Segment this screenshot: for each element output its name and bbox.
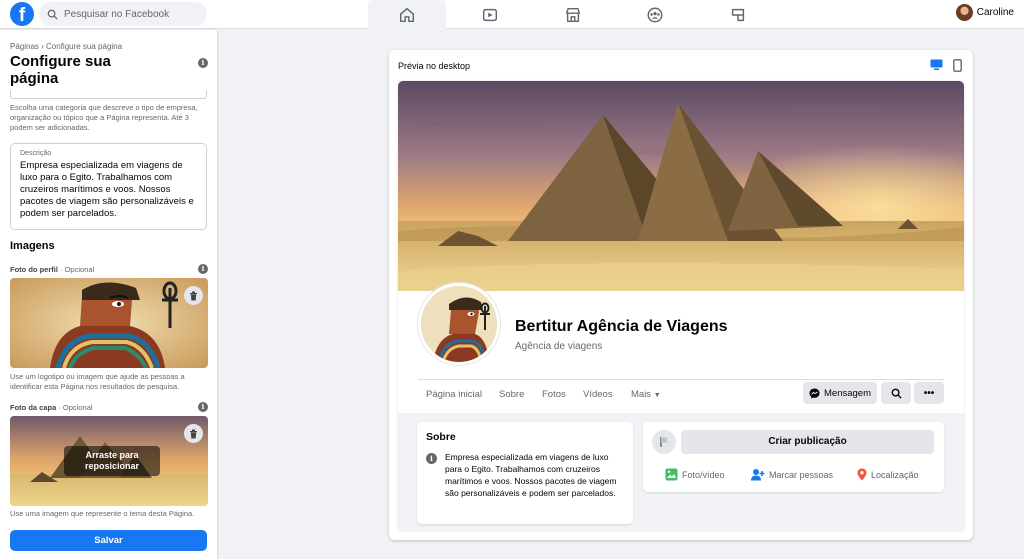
cover-photo-label: Foto da capa · Opcional (10, 403, 93, 412)
tab-photos[interactable]: Fotos (542, 389, 566, 400)
tag-people-label: Marcar pessoas (769, 469, 834, 480)
about-title: Sobre (426, 431, 456, 443)
tab-videos[interactable]: Vídeos (583, 389, 613, 400)
profile-photo-thumbnail[interactable] (10, 278, 208, 368)
page-name: Bertitur Agência de Viagens (515, 318, 728, 335)
photo-video-action[interactable]: Foto/vídeo (665, 468, 725, 481)
more-options-button[interactable]: ••• (914, 382, 944, 404)
desktop-icon[interactable] (930, 59, 943, 71)
gaming-icon (731, 8, 745, 21)
tag-people-icon (751, 469, 765, 481)
drag-to-reposition-label: Arraste para reposicionar (84, 450, 140, 471)
info-icon[interactable]: i (198, 58, 208, 68)
message-button[interactable]: Mensagem (803, 382, 877, 404)
search-icon (47, 9, 58, 20)
cover-photo-label-text: Foto da capa (10, 403, 57, 412)
page-title: Configure sua página (10, 53, 111, 87)
profile-photo-label: Foto do perfil · Opcional (10, 265, 94, 274)
flag-icon (659, 437, 668, 447)
trash-icon (190, 429, 197, 438)
location-pin-icon (857, 468, 867, 481)
page-flag-avatar (652, 430, 676, 454)
about-info-icon: i (426, 453, 437, 464)
profile-photo-info-icon[interactable]: i (198, 264, 208, 274)
page-avatar[interactable] (418, 283, 500, 365)
about-text: Empresa especializada em viagens de luxo… (445, 452, 617, 498)
tab-more-label: Mais (631, 389, 652, 400)
search-icon (891, 388, 902, 399)
profile-photo-help-text: Use um logotipo ou imagem que ajude as p… (10, 372, 185, 391)
search-input[interactable]: Pesquisar no Facebook (39, 2, 207, 26)
home-icon (399, 7, 415, 22)
mobile-icon[interactable] (953, 59, 962, 72)
pharaoh-profile-image (10, 278, 208, 368)
delete-profile-photo-button[interactable] (184, 286, 203, 305)
tab-home[interactable]: Página inicial (426, 389, 482, 400)
page-header: Bertitur Agência de Viagens Agência de v… (398, 283, 964, 413)
watch-icon (482, 8, 498, 21)
profile-photo-optional: · Opcional (57, 265, 95, 274)
page-preview: Bertitur Agência de Viagens Agência de v… (398, 81, 964, 531)
message-button-label: Mensagem (824, 387, 871, 399)
trash-icon (190, 291, 197, 300)
profile-photo-label-text: Foto do perfil (10, 265, 58, 274)
search-placeholder: Pesquisar no Facebook (64, 8, 170, 20)
about-card: Sobre i Empresa especializada em viagens… (417, 422, 633, 524)
category-input[interactable] (10, 90, 207, 99)
facebook-logo[interactable]: f (10, 2, 34, 26)
breadcrumb[interactable]: Páginas › Configure sua página (10, 42, 122, 51)
location-label: Localização (871, 469, 919, 480)
description-label: Descrição (20, 150, 52, 157)
ellipsis-icon: ••• (923, 387, 935, 399)
cover-photo-help-text: Use uma imagem que represente o tema des… (10, 509, 195, 518)
nav-tab-marketplace[interactable] (534, 0, 612, 29)
create-post-card: Criar publicação Foto/vídeo Marcar pesso… (643, 422, 944, 492)
cover-photo-pyramids (398, 81, 964, 291)
photo-video-label: Foto/vídeo (682, 469, 725, 480)
user-name: Caroline (976, 7, 1014, 18)
messenger-icon (809, 388, 820, 398)
nav-tab-groups[interactable] (616, 0, 694, 29)
top-navigation-bar: f Pesquisar no Facebook Caroline (0, 0, 1024, 29)
tab-about[interactable]: Sobre (499, 389, 524, 400)
description-text: Empresa especializada em viagens de luxo… (20, 160, 194, 219)
images-heading: Imagens (10, 240, 55, 252)
setup-sidebar: Páginas › Configure sua página Configure… (0, 30, 217, 559)
category-help-text: Escolha uma categoria que descreve o tip… (10, 103, 198, 132)
tab-more[interactable]: Mais ▼ (631, 389, 661, 400)
preview-heading: Prévia no desktop (398, 61, 471, 71)
cover-photo-thumbnail[interactable]: Arraste para reposicionar (10, 416, 208, 506)
caret-down-icon: ▼ (653, 392, 661, 399)
delete-cover-photo-button[interactable] (184, 424, 203, 443)
create-post-button[interactable]: Criar publicação (681, 430, 934, 454)
location-action[interactable]: Localização (857, 468, 919, 481)
avatar (955, 4, 973, 21)
marketplace-icon (565, 7, 581, 22)
nav-tab-watch[interactable] (451, 0, 529, 29)
photo-video-icon (665, 468, 678, 481)
desktop-preview-card: Prévia no desktop Bertitur Agência de Vi… (389, 50, 973, 540)
description-field[interactable]: Descrição Empresa especializada em viage… (10, 143, 207, 230)
groups-icon (647, 7, 663, 22)
pharaoh-avatar-image (421, 286, 497, 362)
drag-to-reposition-hint[interactable]: Arraste para reposicionar (64, 446, 160, 476)
tag-people-action[interactable]: Marcar pessoas (751, 468, 833, 481)
nav-tab-home[interactable] (368, 0, 446, 29)
page-category: Agência de viagens (515, 341, 603, 352)
nav-tab-gaming[interactable] (699, 0, 777, 29)
save-button[interactable]: Salvar (10, 530, 207, 551)
cover-photo-info-icon[interactable]: i (198, 402, 208, 412)
page-search-button[interactable] (881, 382, 911, 404)
user-profile-link[interactable]: Caroline (955, 4, 1014, 21)
cover-photo-optional: · Opcional (56, 403, 93, 412)
